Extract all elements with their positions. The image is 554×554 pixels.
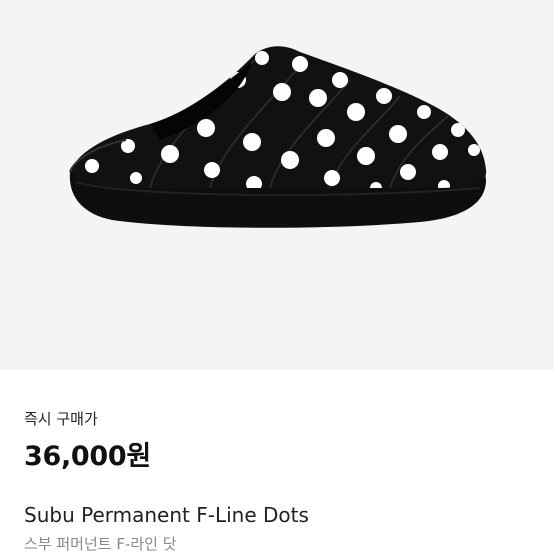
product-image bbox=[69, 46, 487, 228]
product-info: 즉시 구매가 36,000원 Subu Permanent F-Line Dot… bbox=[0, 370, 554, 554]
instant-buy-label: 즉시 구매가 bbox=[24, 410, 98, 428]
product-price: 36,000원 bbox=[24, 441, 151, 472]
product-name-english[interactable]: Subu Permanent F-Line Dots bbox=[24, 503, 309, 527]
product-name-korean[interactable]: 스부 퍼머넌트 F-라인 닷 bbox=[24, 533, 177, 554]
product-image-area[interactable] bbox=[0, 0, 554, 370]
